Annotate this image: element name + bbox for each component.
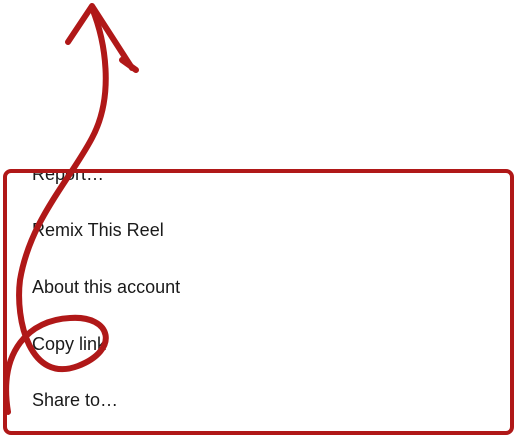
top-crop-mask bbox=[0, 0, 515, 172]
context-menu: Report… Remix This Reel About this accou… bbox=[0, 0, 515, 436]
menu-item-share-to[interactable]: Share to… bbox=[32, 389, 118, 411]
menu-item-remix[interactable]: Remix This Reel bbox=[32, 219, 164, 241]
menu-item-copy-link[interactable]: Copy link bbox=[32, 333, 106, 355]
menu-item-about-account[interactable]: About this account bbox=[32, 276, 180, 298]
